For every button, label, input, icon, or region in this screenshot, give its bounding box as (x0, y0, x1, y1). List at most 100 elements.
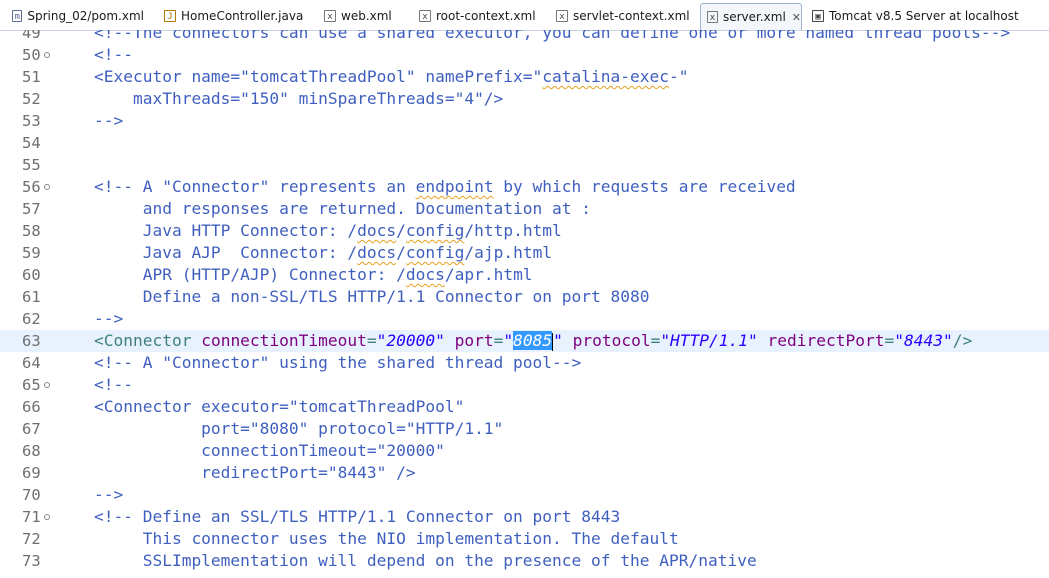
code-token: <!-- (55, 375, 133, 394)
code-text: connectionTimeout="20000" (55, 440, 445, 462)
code-line[interactable]: 70 --> (0, 484, 1049, 506)
code-token: connectionTimeout="20000" (55, 441, 445, 460)
tab-servlet-context-xml[interactable]: x servlet-context.xml (550, 3, 690, 28)
code-token: / (396, 243, 406, 262)
code-token: = (366, 331, 377, 350)
code-line[interactable]: 52 maxThreads="150" minSpareThreads="4"/… (0, 88, 1049, 110)
code-token: / (396, 221, 406, 240)
code-token: catalina-exec (542, 67, 669, 86)
fold-toggle-icon[interactable] (44, 514, 50, 520)
line-number: 66 (22, 398, 41, 416)
code-line[interactable]: 60 APR (HTTP/AJP) Connector: /docs/apr.h… (0, 264, 1049, 286)
code-token: docs (357, 243, 397, 262)
tab-tomcat-v8-5-server-at-localhost[interactable]: ▣ Tomcat v8.5 Server at localhost (806, 3, 1042, 28)
line-number: 64 (22, 354, 41, 372)
tab-root-context-xml[interactable]: x root-context.xml (413, 3, 538, 28)
code-text: <!-- A "Connector" represents an endpoin… (55, 176, 796, 198)
line-number: 51 (22, 68, 41, 86)
code-token: = (650, 331, 661, 350)
code-line[interactable]: 61 Define a non-SSL/TLS HTTP/1.1 Connect… (0, 286, 1049, 308)
code-text: --> (55, 110, 123, 132)
tab-label: root-context.xml (436, 8, 536, 23)
code-token: and responses are returned. Documentatio… (55, 199, 592, 218)
java-file-icon: J (164, 9, 176, 22)
line-number: 72 (22, 530, 41, 548)
code-token: SSLImplementation will depend on the pre… (55, 551, 757, 570)
line-number: 61 (22, 288, 41, 306)
fold-toggle-icon[interactable] (44, 184, 50, 190)
code-line[interactable]: 57 and responses are returned. Documenta… (0, 198, 1049, 220)
code-line[interactable]: 65 <!-- (0, 374, 1049, 396)
code-line[interactable]: 68 connectionTimeout="20000" (0, 440, 1049, 462)
code-line[interactable]: 59 Java AJP Connector: /docs/config/ajp.… (0, 242, 1049, 264)
code-text: <Executor name="tomcatThreadPool" namePr… (55, 66, 689, 88)
code-token: <Connector executor="tomcatThreadPool" (55, 397, 465, 416)
code-line[interactable]: 50 <!-- (0, 44, 1049, 66)
code-token: /http.html (464, 221, 562, 240)
code-token: <!-- A "Connector" using the shared thre… (55, 353, 582, 372)
code-line[interactable]: 56 <!-- A "Connector" represents an endp… (0, 176, 1049, 198)
code-line[interactable]: 69 redirectPort="8443" /> (0, 462, 1049, 484)
code-line[interactable]: 71 <!-- Define an SSL/TLS HTTP/1.1 Conne… (0, 506, 1049, 528)
line-number: 69 (22, 464, 41, 482)
code-token: --> (55, 485, 124, 504)
code-line[interactable]: 58 Java HTTP Connector: /docs/config/htt… (0, 220, 1049, 242)
tab-spring-02-pom-xml[interactable]: m Spring_02/pom.xml (6, 3, 144, 28)
code-token: --> (55, 111, 124, 130)
code-token: config (405, 243, 465, 262)
code-line[interactable]: 67 port="8080" protocol="HTTP/1.1" (0, 418, 1049, 440)
code-token: docs (357, 221, 397, 240)
code-line[interactable]: 66 <Connector executor="tomcatThreadPool… (0, 396, 1049, 418)
code-text: redirectPort="8443" /> (55, 462, 416, 484)
code-line[interactable]: 62 --> (0, 308, 1049, 330)
code-text: <!-- (55, 374, 133, 396)
close-tab-icon[interactable]: ✕ (792, 11, 801, 24)
tab-label: servlet-context.xml (573, 8, 690, 23)
code-line[interactable]: 63 <Connector connectionTimeout="20000" … (0, 330, 1049, 352)
line-number: 53 (22, 112, 41, 130)
code-token: redirectPort="8443" /> (55, 463, 416, 482)
code-token: " (503, 331, 514, 350)
tab-server-xml[interactable]: x server.xml ✕ (700, 3, 802, 30)
tab-web-xml[interactable]: x web.xml (318, 3, 402, 28)
code-token: Java AJP Connector: / (55, 243, 358, 262)
maven-pom-icon: m (12, 9, 23, 22)
code-token: "20000" (376, 331, 445, 350)
tab-label: web.xml (341, 8, 392, 23)
code-line[interactable]: 51 <Executor name="tomcatThreadPool" nam… (0, 66, 1049, 88)
code-text: <!--The connectors can use a shared exec… (55, 30, 1010, 44)
fold-toggle-icon[interactable] (44, 52, 50, 58)
line-number: 63 (22, 332, 41, 350)
code-token: " (553, 331, 563, 350)
code-line[interactable]: 64 <!-- A "Connector" using the shared t… (0, 352, 1049, 374)
code-line[interactable]: 49 <!--The connectors can use a shared e… (0, 30, 1049, 44)
code-token: port (454, 331, 494, 350)
code-text: Java HTTP Connector: /docs/config/http.h… (55, 220, 562, 242)
code-token: protocol (572, 331, 651, 350)
code-line[interactable]: 53 --> (0, 110, 1049, 132)
line-number: 59 (22, 244, 41, 262)
xml-file-icon: x (324, 9, 336, 22)
fold-toggle-icon[interactable] (44, 382, 50, 388)
xml-source-editor[interactable]: 49 <!--The connectors can use a shared e… (0, 30, 1049, 578)
code-token: /ajp.html (464, 243, 553, 262)
code-text: <!-- Define an SSL/TLS HTTP/1.1 Connecto… (55, 506, 620, 528)
line-number: 58 (22, 222, 41, 240)
tab-label: Tomcat v8.5 Server at localhost (829, 8, 1019, 23)
tab-homecontroller-java[interactable]: J HomeController.java (158, 3, 308, 28)
code-line[interactable]: 54 (0, 132, 1049, 154)
code-token: -" (669, 67, 689, 86)
code-line[interactable]: 72 This connector uses the NIO implement… (0, 528, 1049, 550)
code-token: This connector uses the NIO implementati… (55, 529, 679, 548)
code-text: <!-- A "Connector" using the shared thre… (55, 352, 581, 374)
line-number: 52 (22, 90, 41, 108)
code-token: maxThreads="150" minSpareThreads="4"/> (55, 89, 504, 108)
code-text: Java AJP Connector: /docs/config/ajp.htm… (55, 242, 552, 264)
code-line[interactable]: 55 (0, 154, 1049, 176)
code-text: and responses are returned. Documentatio… (55, 198, 591, 220)
code-line[interactable]: 73 SSLImplementation will depend on the … (0, 550, 1049, 572)
code-token: <!-- A "Connector" represents an (55, 177, 416, 196)
